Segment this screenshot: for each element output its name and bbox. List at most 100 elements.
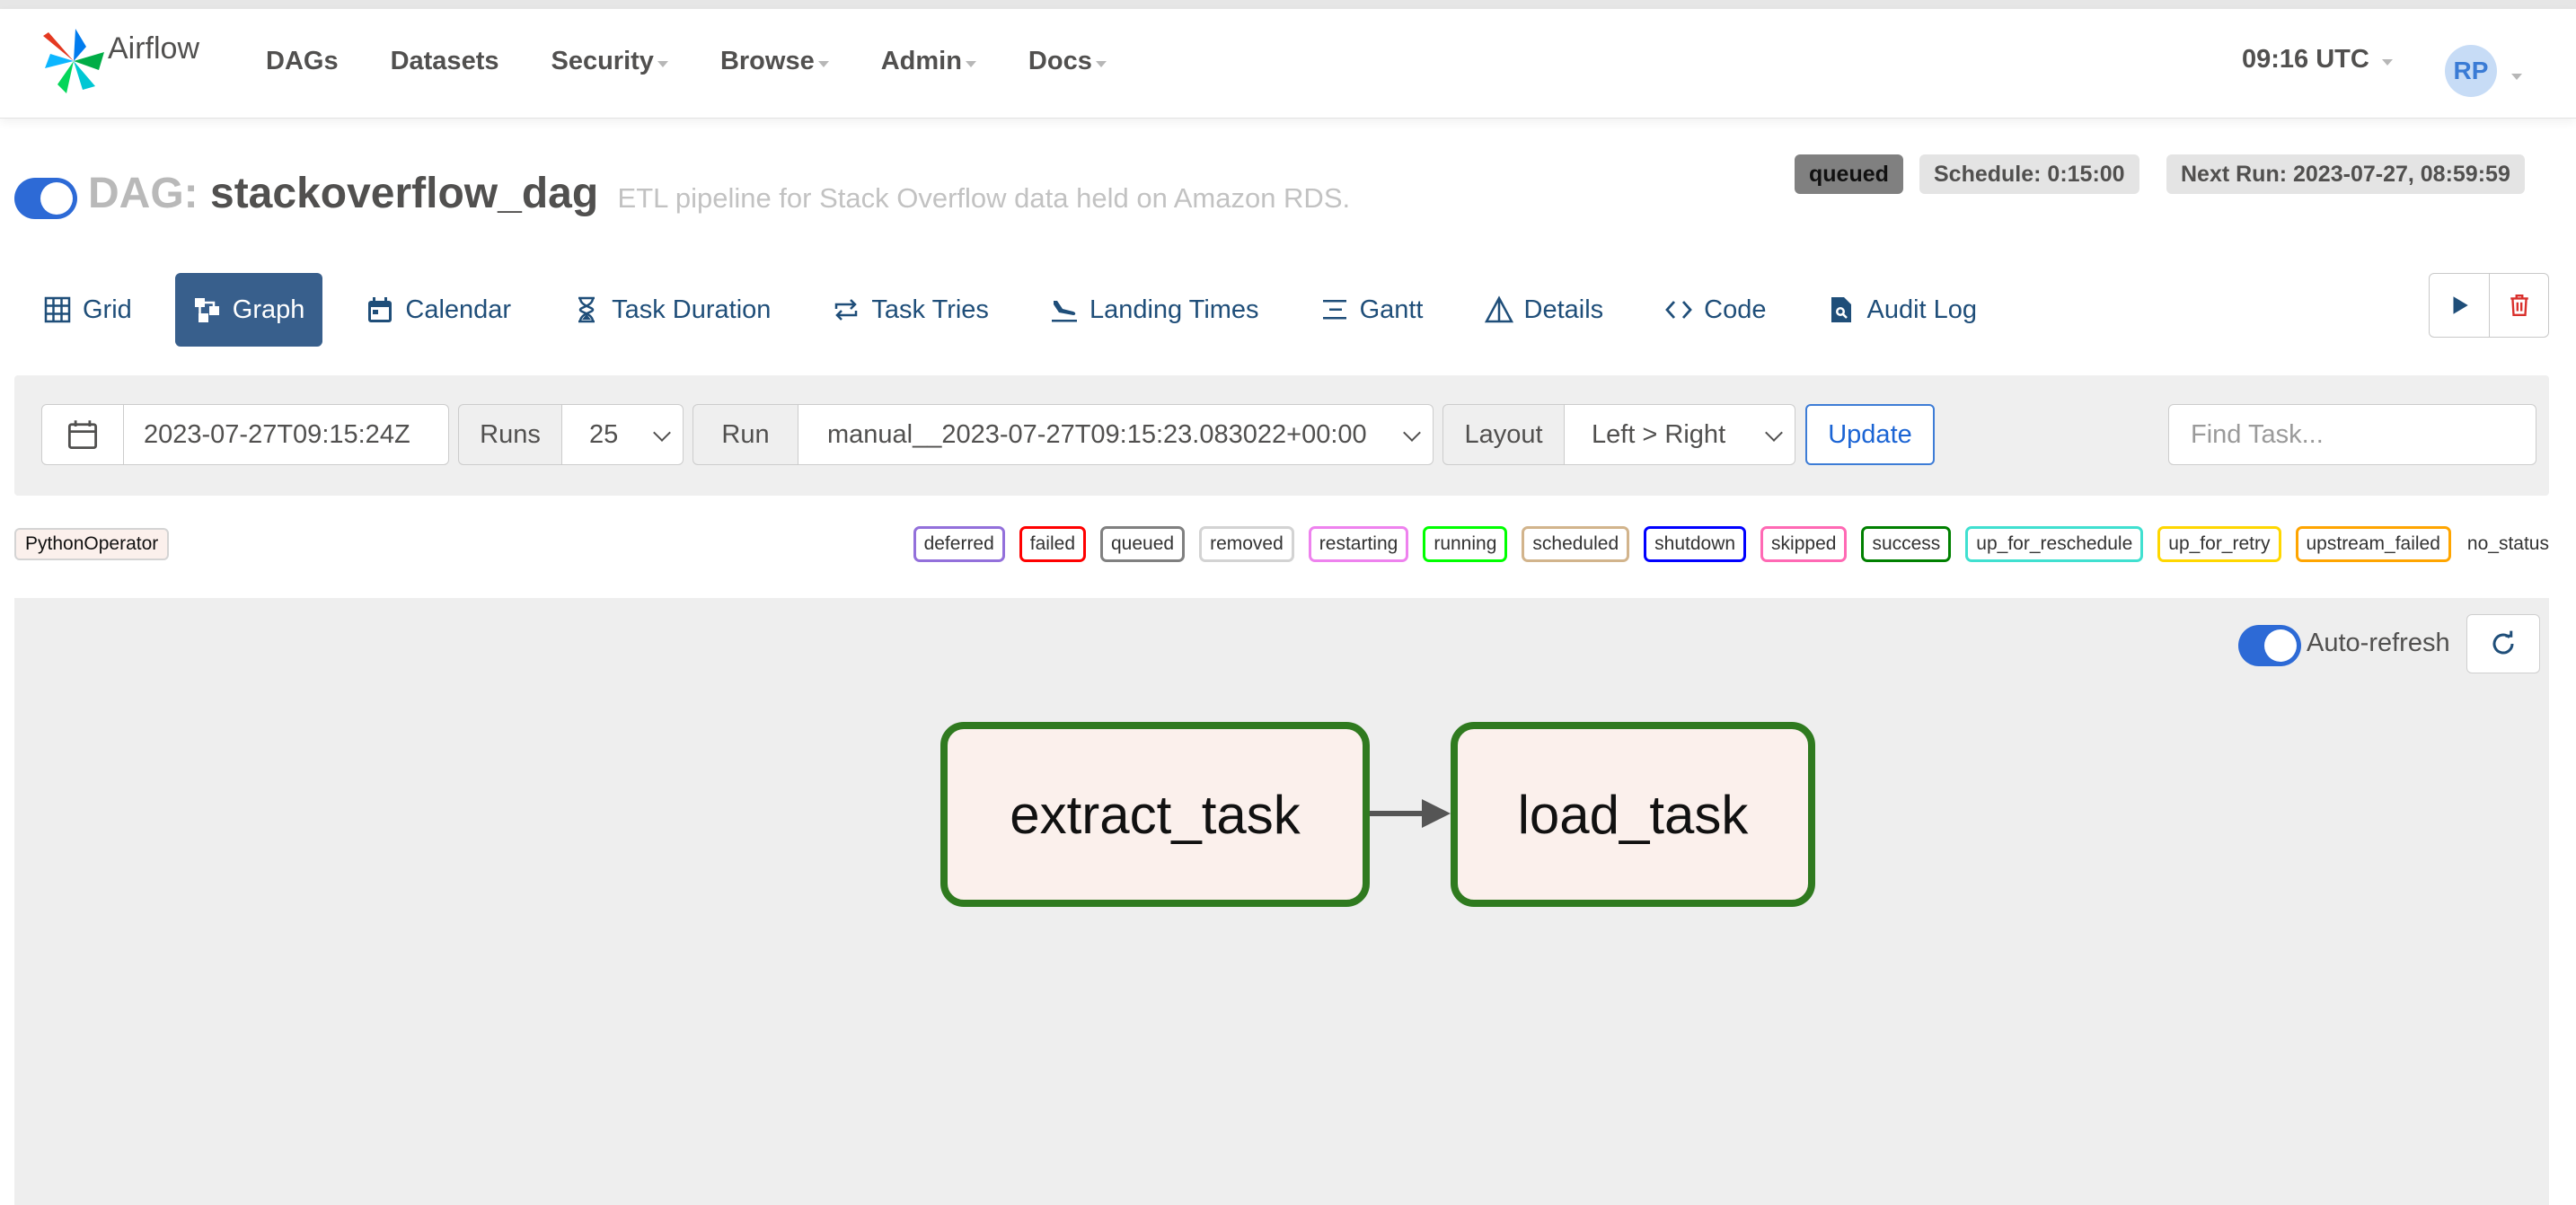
run-id-value: manual__2023-07-27T09:15:23.083022+00:00 bbox=[827, 419, 1367, 449]
chevron-down-icon bbox=[1765, 424, 1783, 442]
tab-gantt[interactable]: Gantt bbox=[1302, 273, 1442, 347]
file-search-icon bbox=[1831, 297, 1852, 322]
state-label: scheduled bbox=[1532, 533, 1619, 554]
dag-description: ETL pipeline for Stack Overflow data hel… bbox=[617, 182, 1351, 214]
tab-task-tries[interactable]: Task Tries bbox=[814, 273, 1007, 347]
tab-calendar[interactable]: Calendar bbox=[348, 273, 529, 347]
tab-landing-times[interactable]: Landing Times bbox=[1032, 273, 1277, 347]
layout-label: Layout bbox=[1442, 404, 1565, 465]
tab-audit-log[interactable]: Audit Log bbox=[1809, 273, 1995, 347]
nav-security-label: Security bbox=[551, 46, 654, 75]
state-label: removed bbox=[1210, 533, 1284, 554]
dag-prefix: DAG: bbox=[88, 170, 198, 217]
state-legend-item[interactable]: no_status bbox=[2466, 526, 2549, 562]
dag-state-badge: queued bbox=[1795, 154, 1903, 194]
nav-security[interactable]: Security bbox=[551, 46, 668, 76]
dag-title: DAG: stackoverflow_dag ETL pipeline for … bbox=[88, 169, 1350, 218]
airflow-logo-icon bbox=[43, 29, 104, 93]
tab-code[interactable]: Code bbox=[1646, 273, 1784, 347]
tab-code-label: Code bbox=[1704, 295, 1767, 324]
state-label: failed bbox=[1029, 533, 1075, 554]
clock-dropdown[interactable]: 09:16 UTC bbox=[2242, 45, 2393, 75]
run-id-select[interactable]: manual__2023-07-27T09:15:23.083022+00:00 bbox=[798, 404, 1434, 465]
repeat-icon bbox=[835, 299, 858, 321]
state-legend-item[interactable]: up_for_retry bbox=[2157, 526, 2281, 562]
state-label: success bbox=[1872, 533, 1941, 554]
caret-down-icon bbox=[2381, 59, 2393, 66]
layout-select[interactable]: Left > Right bbox=[1564, 404, 1795, 465]
update-button[interactable]: Update bbox=[1805, 404, 1935, 465]
dag-view-tabs: Grid Graph Calendar Task Duration Task T… bbox=[25, 273, 2020, 347]
nav-admin-label: Admin bbox=[880, 46, 962, 75]
nav-browse[interactable]: Browse bbox=[720, 47, 829, 76]
user-menu-caret-icon[interactable] bbox=[2511, 74, 2522, 80]
play-icon bbox=[2453, 296, 2468, 314]
find-task-input[interactable]: Find Task... bbox=[2168, 404, 2536, 465]
caret-down-icon bbox=[657, 60, 668, 67]
clock-label: 09:16 UTC bbox=[2242, 45, 2369, 74]
auto-refresh-label: Auto-refresh bbox=[2307, 629, 2450, 657]
state-legend-item[interactable]: upstream_failed bbox=[2295, 526, 2451, 562]
state-legend-item[interactable]: success bbox=[1861, 526, 1952, 562]
dag-pause-toggle[interactable] bbox=[14, 178, 77, 219]
date-picker-button[interactable] bbox=[41, 404, 124, 465]
state-label: queued bbox=[1111, 533, 1175, 554]
tab-grid[interactable]: Grid bbox=[25, 273, 150, 347]
state-legend-item[interactable]: skipped bbox=[1760, 526, 1848, 562]
task-node-label: load_task bbox=[1517, 784, 1749, 845]
nav-datasets[interactable]: Datasets bbox=[391, 47, 499, 76]
state-legend-item[interactable]: queued bbox=[1100, 526, 1186, 562]
task-node[interactable]: load_task bbox=[1451, 722, 1815, 907]
num-runs-select[interactable]: 25 bbox=[561, 404, 684, 465]
auto-refresh-toggle[interactable] bbox=[2238, 625, 2301, 666]
state-legend-item[interactable]: scheduled bbox=[1522, 526, 1630, 562]
state-legend-item[interactable]: restarting bbox=[1308, 526, 1409, 562]
state-legend-item[interactable]: up_for_reschedule bbox=[1965, 526, 2144, 562]
delete-dag-button[interactable] bbox=[2489, 274, 2548, 337]
state-legend-item[interactable]: removed bbox=[1199, 526, 1294, 562]
task-node[interactable]: extract_task bbox=[940, 722, 1370, 907]
schedule-badge: Schedule: 0:15:00 bbox=[1919, 154, 2139, 194]
base-date-input[interactable]: 2023-07-27T09:15:24Z bbox=[123, 404, 449, 465]
code-icon bbox=[1665, 301, 1693, 319]
task-edge-arrow bbox=[1370, 799, 1451, 828]
state-label: no_status bbox=[2466, 533, 2549, 554]
nav-admin[interactable]: Admin bbox=[881, 47, 976, 76]
gantt-icon bbox=[1322, 300, 1346, 320]
graph-filter-bar: 2023-07-27T09:15:24Z Runs 25 Run manual_… bbox=[14, 375, 2549, 496]
state-legend-item[interactable]: running bbox=[1423, 526, 1508, 562]
nav-docs[interactable]: Docs bbox=[1028, 47, 1107, 76]
calendar-icon bbox=[368, 297, 393, 322]
state-label: up_for_retry bbox=[2168, 533, 2271, 554]
tab-audit-log-label: Audit Log bbox=[1866, 295, 1978, 324]
runs-label: Runs bbox=[458, 404, 562, 465]
tab-details[interactable]: Details bbox=[1467, 273, 1622, 347]
dag-graph-canvas[interactable]: Auto-refresh extract_task load_task bbox=[14, 598, 2549, 1205]
state-label: restarting bbox=[1319, 533, 1398, 554]
refresh-button[interactable] bbox=[2466, 614, 2540, 673]
state-label: running bbox=[1434, 533, 1497, 554]
dag-id[interactable]: stackoverflow_dag bbox=[210, 170, 598, 217]
state-label: up_for_reschedule bbox=[1976, 533, 2133, 554]
user-avatar[interactable]: RP bbox=[2445, 45, 2497, 97]
num-runs-value: 25 bbox=[589, 419, 619, 449]
graph-icon bbox=[194, 298, 219, 322]
state-legend-item[interactable]: deferred bbox=[913, 526, 1005, 562]
nav-browse-label: Browse bbox=[719, 46, 815, 75]
tab-graph[interactable]: Graph bbox=[174, 273, 323, 347]
top-border bbox=[0, 0, 2576, 9]
tab-graph-label: Graph bbox=[232, 295, 305, 324]
brand-name: Airflow bbox=[108, 31, 200, 66]
tab-task-duration-label: Task Duration bbox=[612, 295, 772, 324]
state-legend-item[interactable]: shutdown bbox=[1644, 526, 1747, 562]
nav-dags-label: DAGs bbox=[266, 46, 339, 75]
tab-details-label: Details bbox=[1523, 295, 1604, 324]
dag-actions bbox=[2429, 273, 2549, 338]
airflow-brand[interactable]: Airflow bbox=[40, 25, 199, 97]
tab-task-duration[interactable]: Task Duration bbox=[554, 273, 789, 347]
trigger-dag-button[interactable] bbox=[2430, 274, 2489, 337]
nav-dags[interactable]: DAGs bbox=[266, 47, 339, 76]
state-legend-item[interactable]: failed bbox=[1019, 526, 1086, 562]
nav-docs-label: Docs bbox=[1028, 46, 1092, 75]
refresh-icon bbox=[2492, 630, 2514, 655]
